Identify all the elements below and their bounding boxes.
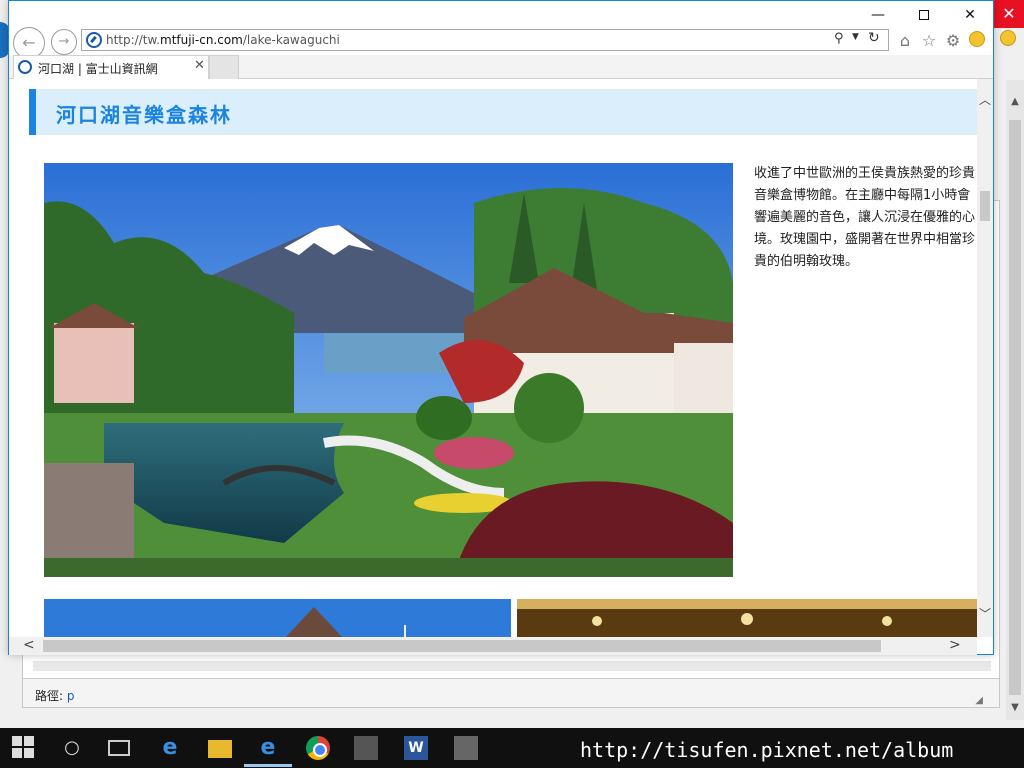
horizontal-scrollbar[interactable]: < >: [9, 637, 977, 655]
url-text[interactable]: http://tw.mtfuji-cn.com/lake-kawaguchi: [106, 33, 340, 47]
thumbnail-photo-left[interactable]: [44, 599, 511, 637]
word-icon[interactable]: W: [404, 736, 428, 760]
tab-lake-kawaguchi[interactable]: 河口湖 | 富士山資訊網 ✕: [13, 55, 209, 79]
address-bar[interactable]: http://tw.mtfuji-cn.com/lake-kawaguchi ⚲…: [81, 29, 889, 51]
path-label: 路徑:: [35, 689, 64, 703]
windows-start-icon[interactable]: [12, 736, 36, 760]
internet-explorer-icon[interactable]: e: [256, 736, 280, 760]
file-explorer-icon[interactable]: [208, 740, 232, 758]
maximize-icon: [919, 10, 929, 20]
forward-arrow-icon: →: [58, 34, 70, 49]
vertical-scrollbar[interactable]: ︿ ﹀: [977, 79, 993, 637]
resize-grip-icon[interactable]: ◢: [975, 695, 983, 706]
background-scroll-thumb[interactable]: [1009, 120, 1021, 695]
url-prefix: http://tw.: [106, 33, 160, 47]
background-scroll-up-icon[interactable]: ▲: [1006, 96, 1024, 110]
smiley-icon[interactable]: [969, 31, 985, 47]
dropdown-icon[interactable]: ▼: [852, 32, 859, 42]
path-link[interactable]: p: [67, 689, 75, 703]
navigation-bar: ← → http://tw.mtfuji-cn.com/lake-kawaguc…: [9, 25, 993, 59]
browser-window: — ✕ ← → http://tw.mtfuji-cn.com/lake-kaw…: [8, 0, 994, 655]
tab-title: 河口湖 | 富士山資訊網: [38, 62, 158, 76]
new-tab-button[interactable]: [209, 55, 239, 79]
scroll-right-icon[interactable]: >: [949, 637, 961, 653]
scroll-left-icon[interactable]: <: [23, 637, 35, 653]
scroll-up-icon[interactable]: ︿: [977, 91, 993, 108]
refresh-icon[interactable]: ↻: [868, 30, 880, 46]
thumbnail-photo-right[interactable]: [517, 599, 977, 637]
search-icon[interactable]: ⚲: [834, 31, 844, 46]
edge-icon[interactable]: e: [158, 736, 182, 760]
section-title: 河口湖音樂盒森林: [56, 103, 232, 127]
site-compass-icon: [86, 32, 102, 48]
home-icon[interactable]: ⌂: [895, 31, 915, 50]
back-arrow-icon: ←: [22, 33, 36, 52]
music-box-forest-photo: [44, 163, 733, 577]
background-scroll-down-icon[interactable]: ▼: [1006, 702, 1024, 716]
app-icon[interactable]: [454, 736, 478, 760]
store-icon[interactable]: [354, 736, 378, 760]
star-icon[interactable]: ☆: [919, 31, 939, 50]
forward-button[interactable]: →: [51, 29, 77, 55]
tab-close-icon[interactable]: ✕: [194, 58, 205, 73]
horizontal-scroll-thumb[interactable]: [43, 640, 881, 652]
background-smiley-icon[interactable]: [1000, 30, 1016, 46]
vertical-scroll-thumb[interactable]: [980, 191, 990, 221]
tab-strip: 河口湖 | 富士山資訊網 ✕: [9, 55, 993, 79]
attraction-description: 收進了中世歐洲的王侯貴族熱愛的珍貴音樂盒博物館。在主廳中每隔1小時會響遍美麗的音…: [754, 166, 976, 269]
background-path-bar: 路徑: p ◢: [22, 678, 1000, 708]
gear-icon[interactable]: ⚙: [943, 31, 963, 50]
active-app-indicator: [244, 764, 292, 767]
task-view-icon[interactable]: [108, 740, 130, 756]
background-editor-scroll[interactable]: [33, 661, 991, 671]
page-viewport: 河口湖音樂盒森林 收進了中世歐洲的王侯貴族熱愛的珍貴音樂盒博物館。在主廳中每隔1…: [9, 79, 977, 637]
url-domain: mtfuji-cn.com: [160, 33, 243, 47]
taskbar-search-icon[interactable]: ○: [60, 736, 84, 760]
section-header: 河口湖音樂盒森林: [29, 89, 977, 135]
scroll-down-icon[interactable]: ﹀: [977, 605, 993, 622]
background-close-button[interactable]: ✕: [994, 0, 1024, 28]
url-path: /lake-kawaguchi: [242, 33, 340, 47]
chrome-icon[interactable]: [306, 736, 330, 760]
tab-compass-icon: [18, 60, 32, 74]
album-watermark: http://tisufen.pixnet.net/album: [580, 738, 954, 762]
